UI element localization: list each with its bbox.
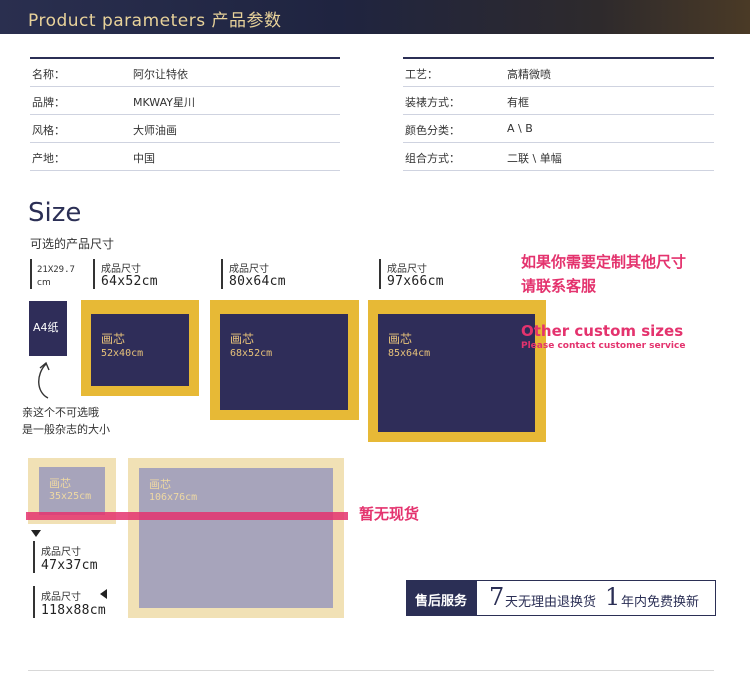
a4-dim-unit: cm <box>37 278 51 288</box>
finished-label: 成品尺寸 <box>387 264 427 275</box>
size-label-97x66: 成品尺寸 97x66cm <box>379 259 489 293</box>
params-table-left: 名称： 阿尔让特依 品牌： MKWAY星川 风格： 大师油画 产地： 中国 <box>30 57 340 177</box>
after-sales-tag: 售后服务 <box>407 581 477 615</box>
core-size: 35x25cm <box>49 491 92 502</box>
finished-size: 64x52cm <box>101 274 158 289</box>
param-value: 有框 <box>507 96 529 109</box>
core-label: 画芯 <box>49 477 71 490</box>
param-value: 大师油画 <box>133 124 177 137</box>
canvas-core: 画芯 106x76cm <box>139 468 333 608</box>
frame-97x66[interactable]: 画芯 85x64cm <box>368 300 546 442</box>
custom-notice-cn-1: 如果你需要定制其他尺寸 <box>521 253 687 271</box>
core-label: 画芯 <box>149 478 171 491</box>
warranty-years-number: 1 <box>605 583 621 611</box>
table-row: 名称： 阿尔让特依 <box>30 59 340 87</box>
page-title: Product parameters 产品参数 <box>28 11 282 31</box>
a4-note-2: 是一般杂志的大小 <box>22 423 110 436</box>
a4-label: A4纸 <box>33 321 59 334</box>
table-row: 产地： 中国 <box>30 143 340 171</box>
canvas-core: 画芯 68x52cm <box>220 314 348 410</box>
param-value: 二联 \ 单幅 <box>507 152 562 165</box>
param-key: 品牌： <box>32 96 65 109</box>
dim-rule <box>30 259 32 289</box>
finished-label: 成品尺寸 <box>101 264 141 275</box>
finished-label: 成品尺寸 <box>41 592 81 603</box>
core-label: 画芯 <box>230 332 255 346</box>
table-row: 装裱方式： 有框 <box>403 87 714 115</box>
dim-rule <box>33 586 35 618</box>
core-label: 画芯 <box>388 332 413 346</box>
canvas-core: 画芯 35x25cm <box>39 467 105 515</box>
core-size: 52x40cm <box>101 348 144 359</box>
out-of-stock-label: 暂无现货 <box>359 505 420 523</box>
triangle-down-icon <box>31 530 41 537</box>
custom-notice-en-2: Please contact customer service <box>521 341 686 351</box>
param-key: 产地： <box>32 152 65 165</box>
param-value: 中国 <box>133 152 155 165</box>
param-value: MKWAY星川 <box>133 96 195 109</box>
core-size: 68x52cm <box>230 348 273 359</box>
table-row: 风格： 大师油画 <box>30 115 340 143</box>
frame-80x64[interactable]: 画芯 68x52cm <box>210 300 359 420</box>
canvas-core: 画芯 85x64cm <box>378 314 535 432</box>
core-size: 85x64cm <box>388 348 431 359</box>
dim-rule <box>221 259 223 289</box>
table-row: 工艺： 高精微喷 <box>403 59 714 87</box>
canvas-core: 画芯 52x40cm <box>91 314 189 386</box>
custom-notice-cn-2: 请联系客服 <box>521 277 597 295</box>
dim-rule <box>379 259 381 289</box>
size-heading: Size <box>28 198 82 228</box>
param-key: 装裱方式： <box>405 96 460 109</box>
size-subheading: 可选的产品尺寸 <box>30 237 115 251</box>
param-key: 名称： <box>32 68 65 81</box>
frame-118x88: 画芯 106x76cm <box>128 458 344 618</box>
core-label: 画芯 <box>101 332 126 346</box>
a4-dim-label: 21X29.7 cm <box>30 259 80 293</box>
param-key: 风格： <box>32 124 65 137</box>
param-value: 高精微喷 <box>507 68 551 81</box>
frame-64x52[interactable]: 画芯 52x40cm <box>81 300 199 396</box>
return-days-number: 7 <box>489 583 505 611</box>
size-label-80x64: 成品尺寸 80x64cm <box>221 259 331 293</box>
param-key: 工艺： <box>405 68 438 81</box>
after-sales-banner: 售后服务 7 天无理由退换货 1 年内免费换新 <box>406 580 716 616</box>
finished-label: 成品尺寸 <box>229 264 269 275</box>
footer-divider <box>28 670 714 671</box>
core-size: 106x76cm <box>149 492 198 503</box>
a4-paper-swatch: A4纸 <box>29 301 67 356</box>
a4-note-1: 亲这个不可选哦 <box>22 406 99 419</box>
warranty-policy-text: 年内免费换新 <box>621 595 700 610</box>
header-bar: Product parameters 产品参数 <box>0 0 750 34</box>
triangle-left-icon <box>100 589 107 599</box>
table-row: 颜色分类： A \ B <box>403 115 714 143</box>
size-label-118x88: 成品尺寸 118x88cm <box>33 586 123 620</box>
dim-rule <box>33 541 35 573</box>
params-table-right: 工艺： 高精微喷 装裱方式： 有框 颜色分类： A \ B 组合方式： 二联 \… <box>403 57 714 177</box>
strike-line <box>26 512 348 520</box>
table-row: 组合方式： 二联 \ 单幅 <box>403 143 714 171</box>
a4-dim-value: 21X29.7 <box>37 265 75 275</box>
finished-size: 97x66cm <box>387 274 444 289</box>
param-key: 组合方式： <box>405 152 460 165</box>
finished-size: 118x88cm <box>41 603 107 618</box>
size-label-47x37: 成品尺寸 47x37cm <box>33 541 123 575</box>
finished-label: 成品尺寸 <box>41 547 81 558</box>
size-label-64x52: 成品尺寸 64x52cm <box>93 259 203 293</box>
return-policy-text: 天无理由退换货 <box>505 595 597 610</box>
table-row: 品牌： MKWAY星川 <box>30 87 340 115</box>
finished-size: 80x64cm <box>229 274 286 289</box>
dim-rule <box>93 259 95 289</box>
finished-size: 47x37cm <box>41 558 98 573</box>
custom-notice-en-1: Other custom sizes <box>521 322 684 340</box>
param-key: 颜色分类： <box>405 124 460 137</box>
curved-arrow-icon <box>38 361 50 399</box>
param-value: A \ B <box>507 122 533 135</box>
param-value: 阿尔让特依 <box>133 68 188 81</box>
